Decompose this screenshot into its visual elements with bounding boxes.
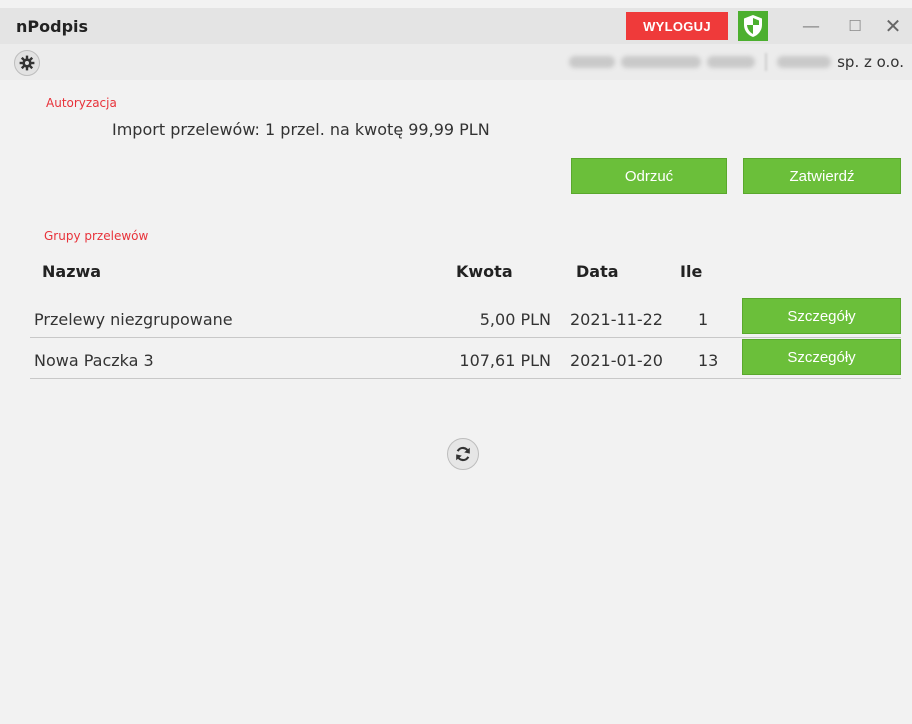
group-name: Przelewy niezgrupowane bbox=[34, 310, 233, 329]
logout-button[interactable]: WYLOGUJ bbox=[626, 12, 728, 40]
column-header-date: Data bbox=[576, 262, 619, 281]
details-button[interactable]: Szczegóły bbox=[742, 339, 901, 375]
column-header-name: Nazwa bbox=[42, 262, 102, 281]
app-title: nPodpis bbox=[16, 17, 89, 36]
authorization-section-label: Autoryzacja bbox=[46, 96, 117, 110]
row-divider bbox=[30, 337, 901, 338]
group-date: 2021-11-22 bbox=[570, 310, 663, 329]
redacted-text bbox=[569, 56, 616, 68]
group-name: Nowa Paczka 3 bbox=[34, 351, 154, 370]
app-window: nPodpis WYLOGUJ — ☐ ✕ sp. z o.o. Autoryz… bbox=[0, 0, 912, 724]
group-amount: 107,61 PLN bbox=[459, 351, 551, 370]
shield-icon[interactable] bbox=[738, 11, 768, 41]
company-name: sp. z o.o. bbox=[569, 53, 904, 71]
group-amount: 5,00 PLN bbox=[479, 310, 551, 329]
groups-section-label: Grupy przelewów bbox=[44, 229, 149, 243]
close-button[interactable]: ✕ bbox=[876, 12, 910, 40]
gear-icon[interactable] bbox=[14, 50, 40, 76]
approve-button[interactable]: Zatwierdź bbox=[743, 158, 901, 194]
details-button[interactable]: Szczegóły bbox=[742, 298, 901, 334]
table-row: Przelewy niezgrupowane 5,00 PLN 2021-11-… bbox=[30, 298, 901, 338]
group-count: 1 bbox=[698, 310, 709, 329]
column-header-amount: Kwota bbox=[456, 262, 513, 281]
minimize-button[interactable]: — bbox=[794, 12, 828, 40]
toolbar: sp. z o.o. bbox=[0, 44, 912, 80]
reject-button[interactable]: Odrzuć bbox=[571, 158, 727, 194]
redacted-text bbox=[777, 56, 832, 68]
redacted-text bbox=[707, 56, 756, 68]
title-bar: nPodpis WYLOGUJ — ☐ ✕ bbox=[0, 8, 912, 44]
redacted-separator bbox=[765, 53, 768, 71]
maximize-button[interactable]: ☐ bbox=[838, 12, 872, 40]
group-date: 2021-01-20 bbox=[570, 351, 663, 370]
refresh-icon[interactable] bbox=[447, 438, 479, 470]
column-header-count: Ile bbox=[680, 262, 703, 281]
redacted-text bbox=[621, 56, 702, 68]
import-summary: Import przelewów: 1 przel. na kwotę 99,9… bbox=[112, 120, 490, 139]
row-divider bbox=[30, 378, 901, 379]
group-count: 13 bbox=[698, 351, 719, 370]
company-suffix: sp. z o.o. bbox=[837, 53, 904, 71]
table-row: Nowa Paczka 3 107,61 PLN 2021-01-20 13 S… bbox=[30, 339, 901, 379]
